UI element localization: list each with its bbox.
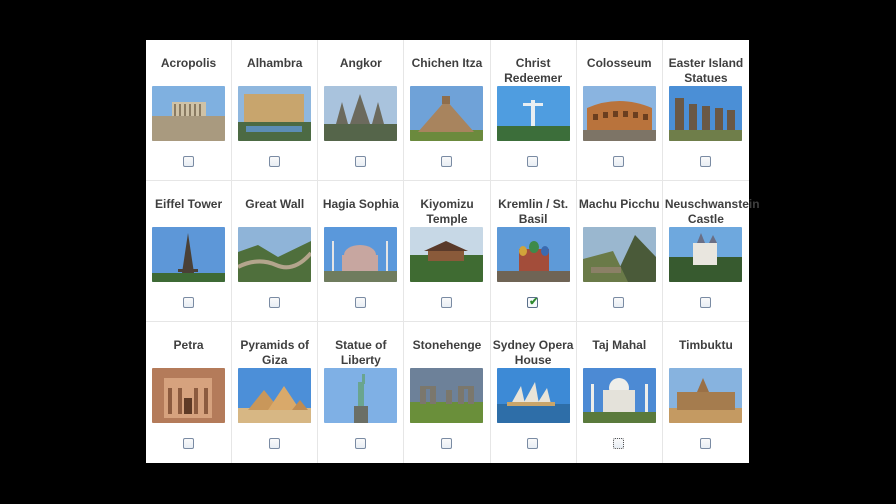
- christ-redeemer-image[interactable]: [496, 86, 570, 141]
- petra-checkbox[interactable]: [182, 438, 194, 449]
- wonder-cell-statue-of-liberty: Statue of Liberty: [318, 322, 405, 463]
- wonders-selection-grid: Acropolis Alhambra Angkor Chichen Itza Chris…: [146, 40, 760, 463]
- wonder-cell-hagia-sophia: Hagia Sophia: [318, 181, 405, 322]
- wonder-cell-alhambra: Alhambra: [232, 40, 319, 181]
- wonder-cell-acropolis: Acropolis: [146, 40, 233, 181]
- wonder-label: Timbuktu: [679, 338, 733, 352]
- timbuktu-checkbox[interactable]: [699, 438, 711, 449]
- wonder-label: Acropolis: [160, 56, 217, 70]
- wonder-label: Great Wall: [245, 197, 305, 211]
- colosseum-image[interactable]: [582, 86, 656, 141]
- wonder-cell-angkor: Angkor: [318, 40, 405, 181]
- easter-island-image[interactable]: [668, 86, 742, 141]
- kremlin-image[interactable]: [496, 227, 570, 282]
- wonder-cell-neuschwanstein: Neuschwanstein Castle: [662, 181, 760, 322]
- petra-image[interactable]: [152, 368, 225, 423]
- wonder-label: Pyramids of Giza: [240, 338, 310, 367]
- wonder-cell-great-wall: Great Wall: [232, 181, 319, 322]
- eiffel-tower-image[interactable]: [152, 227, 225, 282]
- wonder-label: Hagia Sophia: [322, 197, 399, 211]
- wonder-label: Colosseum: [586, 56, 652, 70]
- stonehenge-checkbox[interactable]: [440, 438, 452, 449]
- wonder-cell-colosseum: Colosseum: [576, 40, 663, 181]
- chichen-itza-checkbox[interactable]: [440, 156, 452, 167]
- acropolis-image[interactable]: [152, 86, 225, 141]
- angkor-checkbox[interactable]: [354, 156, 366, 167]
- kiyomizu-checkbox[interactable]: [440, 297, 452, 308]
- great-wall-checkbox[interactable]: [268, 297, 280, 308]
- sydney-opera-image[interactable]: [496, 368, 570, 423]
- wonder-cell-chichen-itza: Chichen Itza: [404, 40, 491, 181]
- screen: { "wonders": [ {"id":"acropolis","label"…: [0, 0, 896, 504]
- wonder-label: Petra: [173, 338, 204, 352]
- statue-of-liberty-checkbox[interactable]: [354, 438, 366, 449]
- wonder-label: Christ Redeemer: [504, 56, 563, 85]
- kiyomizu-image[interactable]: [410, 227, 484, 282]
- wonder-label: Kremlin / St. Basil: [498, 197, 569, 226]
- wonder-cell-machu-picchu: Machu Picchu: [576, 181, 663, 322]
- wonder-cell-christ-redeemer: Christ Redeemer: [490, 40, 577, 181]
- hagia-sophia-image[interactable]: [324, 227, 398, 282]
- wonder-cell-kremlin: Kremlin / St. Basil ✔: [490, 181, 577, 322]
- stonehenge-image[interactable]: [410, 368, 484, 423]
- wonder-label: Alhambra: [247, 56, 303, 70]
- alhambra-image[interactable]: [238, 86, 312, 141]
- pyramids-checkbox[interactable]: [268, 438, 280, 449]
- wonder-label: Chichen Itza: [411, 56, 483, 70]
- wonder-label: Eiffel Tower: [155, 197, 223, 211]
- neuschwanstein-checkbox[interactable]: [699, 297, 711, 308]
- wonder-cell-taj-mahal: Taj Mahal: [577, 322, 663, 463]
- hagia-sophia-checkbox[interactable]: [354, 297, 366, 308]
- wonder-label: Easter Island Statues: [668, 56, 744, 85]
- wonder-cell-stonehenge: Stonehenge: [404, 322, 491, 463]
- christ-redeemer-checkbox[interactable]: [527, 156, 539, 167]
- checkmark-icon: ✔: [529, 296, 539, 308]
- sydney-opera-checkbox[interactable]: [527, 438, 539, 449]
- alhambra-checkbox[interactable]: [268, 156, 280, 167]
- taj-mahal-image[interactable]: [582, 368, 656, 423]
- wonder-label: Stonehenge: [412, 338, 482, 352]
- wonder-label: Sydney Opera House: [492, 338, 574, 367]
- statue-of-liberty-image[interactable]: [324, 368, 398, 423]
- wonder-label: Angkor: [339, 56, 382, 70]
- angkor-image[interactable]: [324, 86, 398, 141]
- timbuktu-image[interactable]: [668, 368, 742, 423]
- eiffel-tower-checkbox[interactable]: [182, 297, 194, 308]
- pyramids-image[interactable]: [238, 368, 312, 423]
- wonder-label: Neuschwanstein Castle: [664, 197, 760, 226]
- kremlin-checkbox[interactable]: ✔: [527, 296, 539, 308]
- colosseum-checkbox[interactable]: [613, 156, 625, 167]
- easter-island-checkbox[interactable]: [699, 156, 711, 167]
- wonder-cell-sydney-opera: Sydney Opera House: [491, 322, 577, 463]
- great-wall-image[interactable]: [238, 227, 312, 282]
- acropolis-checkbox[interactable]: [182, 156, 194, 167]
- wonder-cell-petra: Petra: [146, 322, 233, 463]
- wonder-label: Statue of Liberty: [335, 338, 387, 367]
- wonder-cell-easter-island: Easter Island Statues: [662, 40, 749, 181]
- chichen-itza-image[interactable]: [410, 86, 484, 141]
- wonder-label: Machu Picchu: [578, 197, 660, 211]
- taj-mahal-checkbox[interactable]: [613, 438, 625, 449]
- wonder-cell-eiffel-tower: Eiffel Tower: [146, 181, 233, 322]
- neuschwanstein-image[interactable]: [668, 227, 742, 282]
- wonder-cell-timbuktu: Timbuktu: [663, 322, 749, 463]
- machu-picchu-checkbox[interactable]: [613, 297, 625, 308]
- wonder-cell-pyramids: Pyramids of Giza: [232, 322, 319, 463]
- machu-picchu-image[interactable]: [582, 227, 656, 282]
- wonder-cell-kiyomizu: Kiyomizu Temple: [404, 181, 491, 322]
- wonder-label: Kiyomizu Temple: [420, 197, 474, 226]
- wonder-label: Taj Mahal: [592, 338, 647, 352]
